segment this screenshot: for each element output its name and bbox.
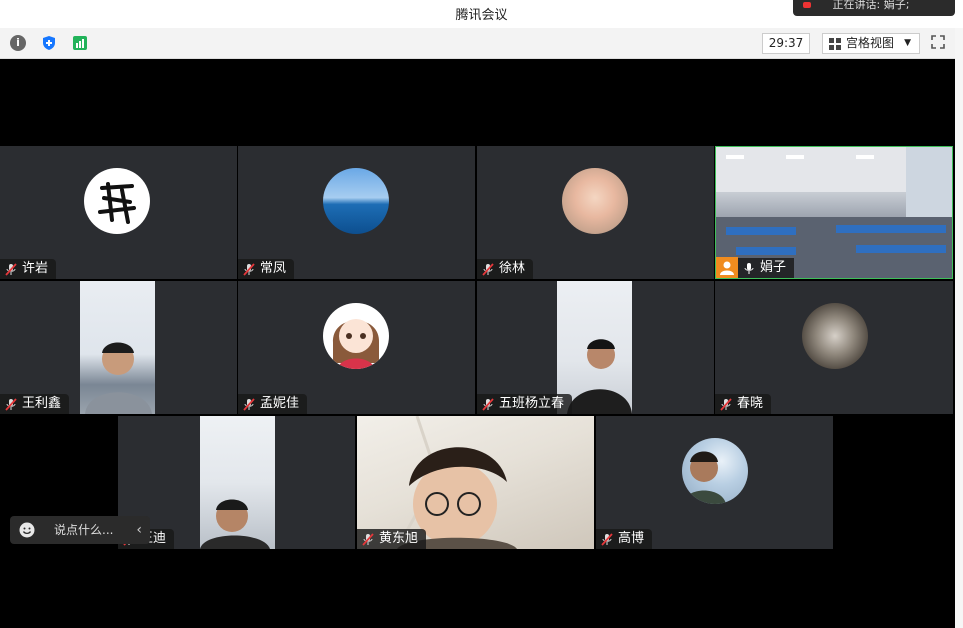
participant-nametag: 许岩 (0, 259, 57, 279)
meeting-timer: 29:37 (762, 33, 810, 54)
calligraphy-avatar-icon (98, 182, 136, 224)
mic-icon (803, 2, 811, 8)
participant-tile[interactable]: 五班杨立春 (477, 281, 714, 414)
avatar (682, 438, 748, 504)
participant-tile-active[interactable]: 娟子 (715, 146, 953, 279)
chat-placeholder: 说点什么... (54, 523, 114, 537)
host-badge (716, 257, 738, 278)
chat-input[interactable]: 说点什么... ‹ (10, 516, 150, 544)
participant-tile[interactable]: 春晓 (715, 281, 953, 414)
participant-tile[interactable]: 王利鑫 (0, 281, 237, 414)
bottom-edge (0, 622, 955, 628)
participant-name: 高博 (618, 531, 645, 546)
speaking-text: 正在讲话: 娟子; (832, 0, 910, 11)
participant-nametag: 徐林 (477, 259, 534, 279)
participant-name: 娟子 (760, 260, 787, 275)
participant-tile[interactable]: 孟妮佳 (238, 281, 475, 414)
participant-name: 许岩 (22, 261, 49, 276)
participant-video (80, 281, 155, 414)
info-icon[interactable]: i (10, 35, 26, 51)
avatar (84, 168, 150, 234)
participant-tile[interactable]: 徐林 (477, 146, 714, 279)
emoji-icon[interactable] (19, 522, 35, 538)
participant-tile[interactable]: 常凤 (238, 146, 475, 279)
person-video (85, 342, 152, 414)
speaking-indicator: 正在讲话: 娟子; (793, 0, 955, 16)
muted-mic-icon (720, 398, 732, 411)
cartoon-girl-avatar-icon (332, 319, 380, 369)
participant-nametag: 黄东旭 (357, 529, 427, 549)
participant-video (200, 416, 275, 549)
mic-icon (744, 263, 754, 274)
title-bar: 腾讯会议 正在讲话: 娟子; (0, 0, 963, 28)
avatar (323, 168, 389, 234)
participant-tile[interactable]: 高博 (596, 416, 833, 549)
participant-name: 黄东旭 (379, 531, 419, 546)
participant-nametag: 王利鑫 (0, 394, 70, 414)
signal-icon[interactable] (72, 35, 88, 51)
participant-nametag: 孟妮佳 (238, 394, 308, 414)
user-icon (720, 261, 734, 275)
avatar (323, 303, 389, 369)
participant-name: 常凤 (260, 261, 287, 276)
collapse-arrow-icon[interactable]: ‹ (136, 516, 142, 544)
participant-tile[interactable]: 王迪 (118, 416, 355, 549)
muted-mic-icon (243, 263, 255, 276)
person-photo-avatar (682, 451, 726, 504)
participant-name: 五班杨立春 (499, 396, 565, 411)
meeting-toolbar: i 29:37 宫格视图 ▼ (0, 28, 955, 59)
participant-nametag: 高博 (596, 529, 653, 549)
shield-icon[interactable] (41, 35, 57, 51)
vertical-scrollbar[interactable] (955, 28, 963, 628)
muted-mic-icon (482, 263, 494, 276)
avatar (802, 303, 868, 369)
participant-name: 春晓 (737, 396, 764, 411)
muted-mic-icon (5, 263, 17, 276)
muted-mic-icon (601, 533, 613, 546)
participant-name: 孟妮佳 (260, 396, 300, 411)
participant-name: 王利鑫 (22, 396, 62, 411)
muted-mic-icon (362, 533, 374, 546)
person-video (200, 499, 270, 549)
chevron-down-icon: ▼ (904, 38, 911, 48)
participant-nametag: 五班杨立春 (477, 394, 573, 414)
participant-name: 徐林 (499, 261, 526, 276)
muted-mic-icon (5, 398, 17, 411)
participant-tile[interactable]: 许岩 (0, 146, 237, 279)
participant-tile[interactable]: 黄东旭 (357, 416, 594, 549)
avatar (562, 168, 628, 234)
fullscreen-icon[interactable] (931, 35, 945, 49)
view-mode-label: 宫格视图 (846, 36, 895, 50)
muted-mic-icon (243, 398, 255, 411)
muted-mic-icon (482, 398, 494, 411)
participant-nametag: 娟子 (738, 258, 795, 278)
participant-nametag: 常凤 (238, 259, 295, 279)
participant-nametag: 春晓 (715, 394, 772, 414)
grid-icon (829, 38, 841, 50)
view-mode-dropdown[interactable]: 宫格视图 ▼ (822, 33, 920, 54)
